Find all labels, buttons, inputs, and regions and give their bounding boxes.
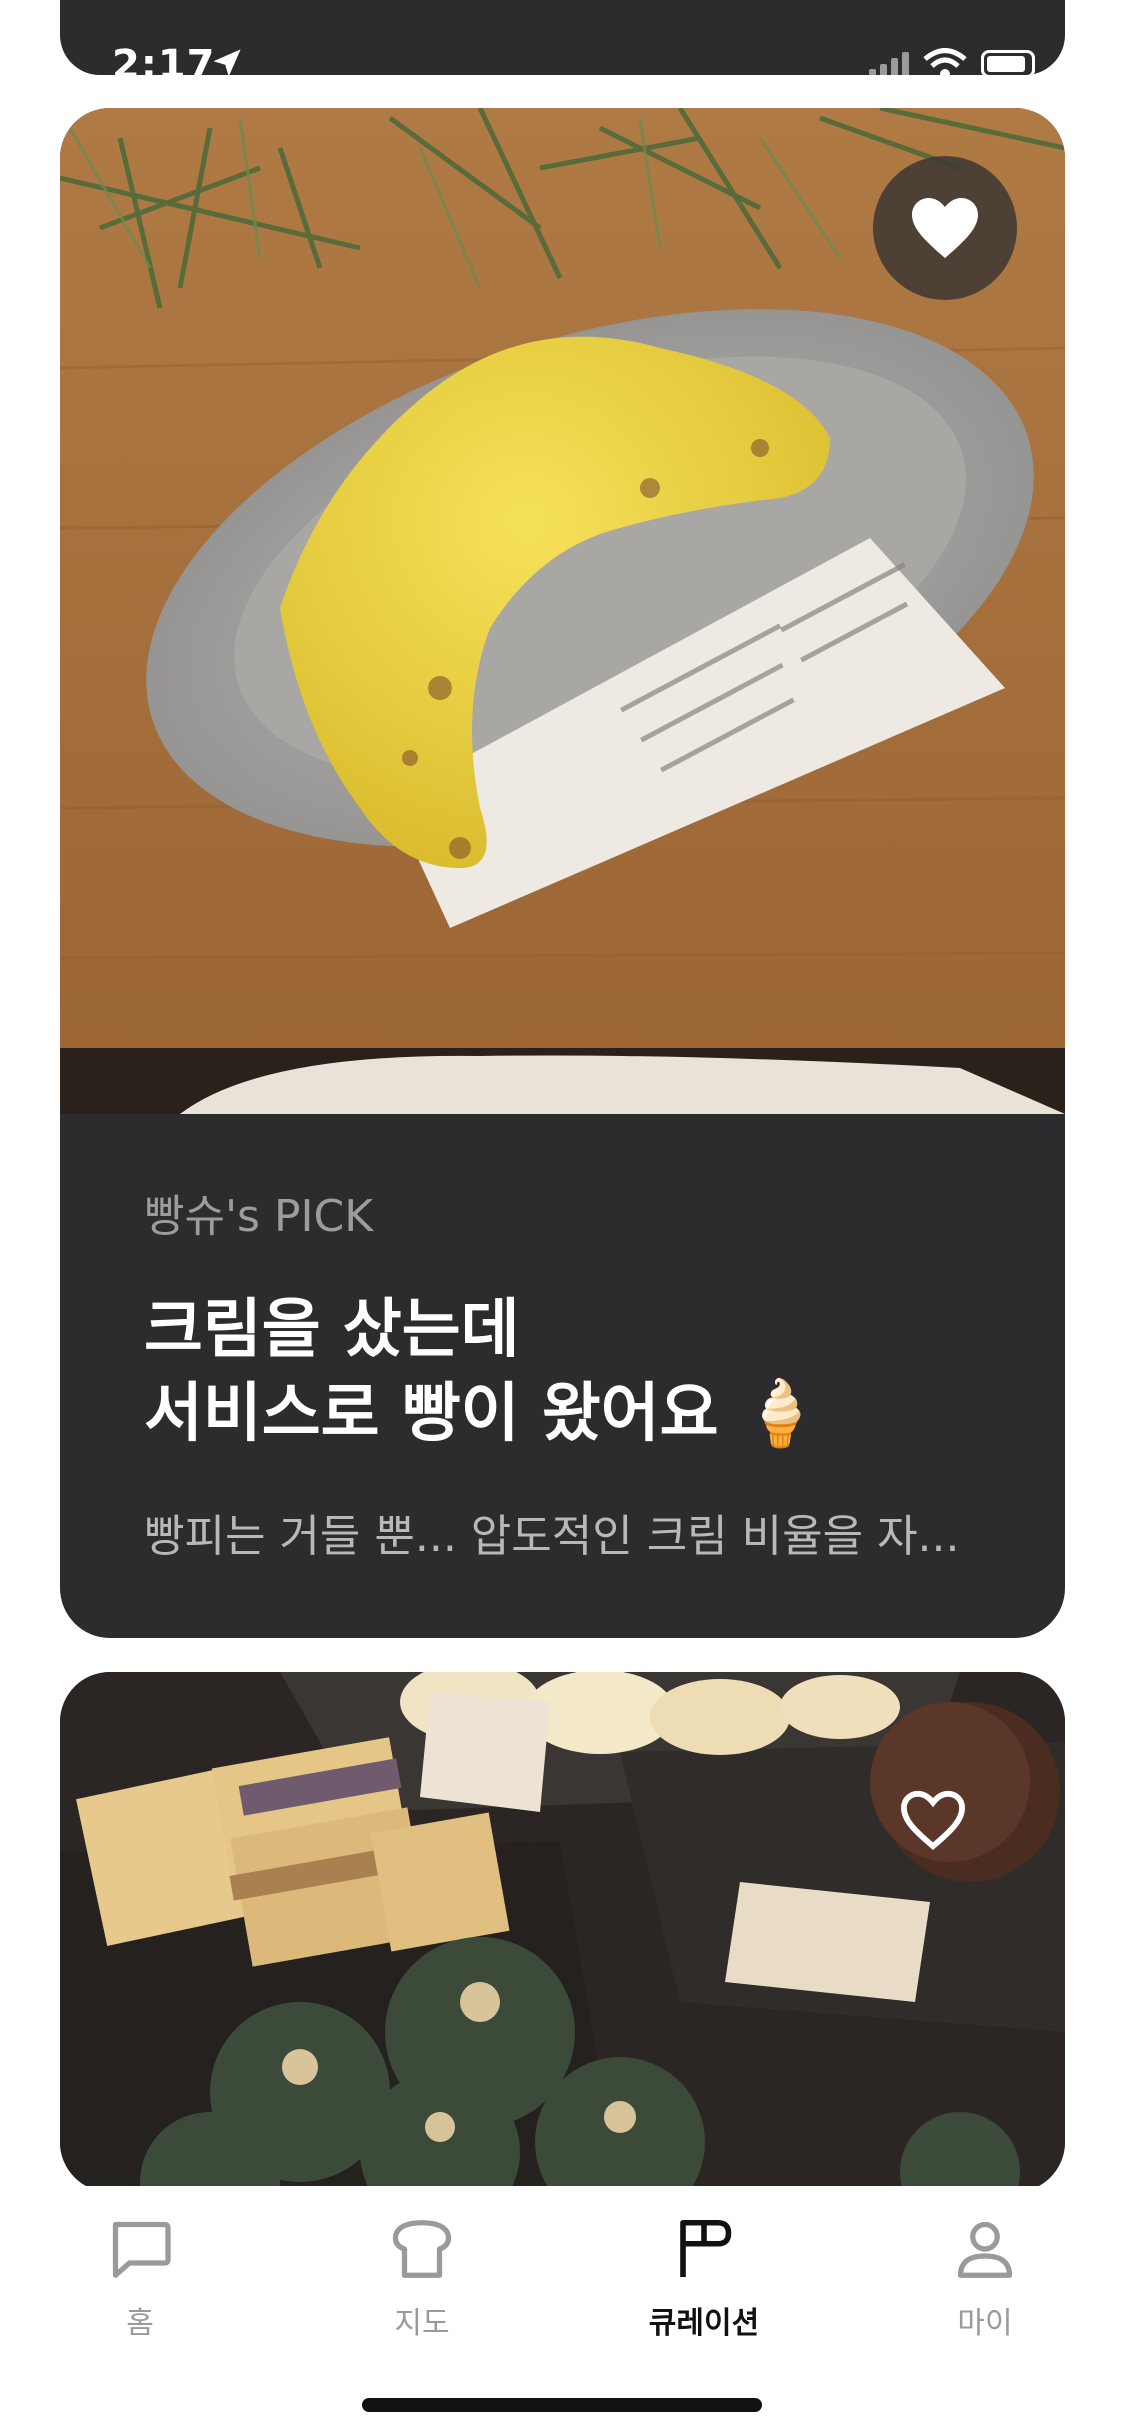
favorite-button[interactable] — [873, 156, 1017, 300]
curation-card[interactable]: 빵슈's PICK 크림을 샀는데 서비스로 빵이 왔어요 🍦 빵피는 거들 뿐… — [60, 108, 1065, 1638]
status-time: 2:17 — [112, 42, 216, 75]
battery-icon — [981, 50, 1035, 75]
chat-bubble-icon — [112, 2221, 171, 2278]
person-icon — [957, 2221, 1013, 2278]
heart-outline-icon — [900, 1790, 966, 1850]
favorite-button[interactable] — [861, 1748, 1005, 1892]
card-description: 빵피는 거들 뿐... 압도적인 크림 비율을 자... — [144, 1511, 960, 1562]
heart-filled-icon — [912, 198, 978, 258]
tab-map[interactable]: 지도 — [322, 2214, 522, 2342]
cellular-signal-icon — [869, 51, 909, 75]
card-tag: 빵슈's PICK — [144, 1191, 374, 1242]
card-title: 크림을 샀는데 서비스로 빵이 왔어요 🍦 — [144, 1288, 981, 1456]
tab-map-label: 지도 — [394, 2306, 450, 2341]
curation-card[interactable] — [60, 1672, 1065, 2192]
location-arrow-icon — [213, 49, 241, 75]
wifi-icon — [923, 48, 967, 75]
bread-icon — [392, 2220, 452, 2278]
status-bar: 2:17 — [60, 0, 1065, 75]
tab-my[interactable]: 마이 — [885, 2214, 1085, 2342]
tab-home[interactable]: 홈 — [40, 2214, 240, 2342]
flag-icon — [680, 2219, 732, 2277]
tab-curation-label: 큐레이션 — [648, 2306, 760, 2341]
card-title-line-1: 크림을 샀는데 — [144, 1293, 520, 1367]
tab-home-label: 홈 — [126, 2306, 154, 2341]
home-indicator[interactable] — [362, 2398, 762, 2412]
tab-my-label: 마이 — [957, 2306, 1013, 2341]
tab-curation[interactable]: 큐레이션 — [604, 2214, 804, 2342]
card-title-line-2: 서비스로 빵이 왔어요 🍦 — [144, 1377, 821, 1451]
